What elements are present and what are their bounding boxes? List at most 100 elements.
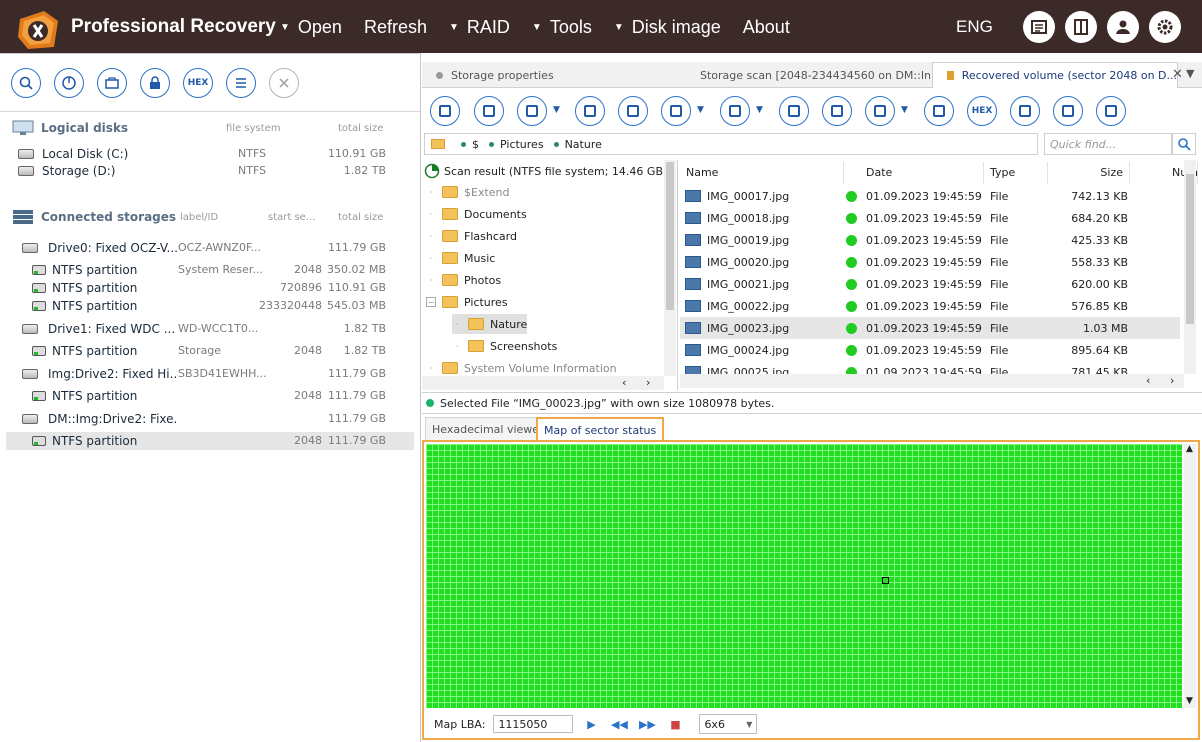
export-button[interactable]	[924, 96, 954, 126]
tree-folder[interactable]: · System Volume Information	[426, 358, 617, 378]
encryption-button[interactable]	[140, 68, 170, 98]
previous-fragment-icon[interactable]: ◀◀	[609, 718, 629, 731]
print-button[interactable]	[1010, 96, 1040, 126]
storage-partition-row[interactable]: NTFS partition 2048 111.79 GB	[6, 387, 414, 405]
storage-partition-row[interactable]: NTFS partition 720896 110.91 GB	[6, 279, 414, 297]
file-row[interactable]: IMG_00021.jpg 01.09.2023 19:45:59 File 620.…	[680, 273, 1180, 295]
map-lba-input[interactable]: 1115050	[493, 715, 574, 733]
file-row[interactable]: IMG_00024.jpg 01.09.2023 19:45:59 File 895.…	[680, 339, 1180, 361]
tree-folder[interactable]: · $Extend	[426, 182, 510, 202]
column-size[interactable]: Size	[1048, 162, 1130, 184]
logical-disk-row[interactable]: Local Disk (C:) NTFS 110.91 GB	[6, 145, 414, 163]
column-type[interactable]: Type	[984, 162, 1048, 184]
storage-partition-row[interactable]: NTFS partition System Reser... 2048 350.02 …	[6, 261, 414, 279]
properties-button[interactable]	[226, 68, 256, 98]
dropdown-caret-icon[interactable]: ▼	[756, 105, 763, 115]
menu-open[interactable]: ▼ Open	[280, 17, 342, 38]
tree-vscroll[interactable]	[664, 160, 676, 376]
list-vscroll[interactable]	[1184, 160, 1196, 374]
legend-icon[interactable]: ■	[665, 718, 685, 731]
hex-editor-button[interactable]: HEX	[183, 68, 213, 98]
filter-button[interactable]	[474, 96, 504, 126]
chevron-right-icon[interactable]: ›	[1170, 374, 1174, 387]
preview-button[interactable]	[865, 96, 895, 126]
save-files-button[interactable]	[575, 96, 605, 126]
close-storage-button[interactable]	[269, 68, 299, 98]
view-mode-button[interactable]	[661, 96, 691, 126]
breadcrumb[interactable]: $ Pictures Nature	[424, 133, 1038, 155]
tree-root[interactable]: Scan result (NTFS file system; 14.46 GB …	[424, 161, 677, 181]
text-search-button[interactable]	[822, 96, 852, 126]
language-selector[interactable]: ENG	[956, 17, 993, 37]
tabs-menu-icon[interactable]: ▼	[1186, 67, 1194, 80]
chevron-left-icon[interactable]: ‹	[1146, 374, 1150, 387]
file-row[interactable]: IMG_00022.jpg 01.09.2023 19:45:59 File 576.…	[680, 295, 1180, 317]
cell-size-select[interactable]: 6x6 ▼	[699, 714, 758, 734]
scan-button[interactable]	[54, 68, 84, 98]
logical-disk-row[interactable]: Storage (D:) NTFS 1.82 TB	[6, 162, 414, 180]
menu-raid[interactable]: ▼ RAID	[449, 17, 510, 38]
chevron-down-icon[interactable]: ▼	[1186, 696, 1193, 706]
file-row[interactable]: IMG_00020.jpg 01.09.2023 19:45:59 File 558.…	[680, 251, 1180, 273]
columns-button[interactable]	[720, 96, 750, 126]
menu-tools[interactable]: ▼ Tools	[532, 17, 592, 38]
storage-drive-row[interactable]: DM::Img:Drive2: Fixe... 111.79 GB	[6, 410, 414, 428]
dropdown-caret-icon[interactable]: ▼	[553, 105, 560, 115]
settings-button[interactable]	[1149, 11, 1181, 43]
file-row[interactable]: IMG_00019.jpg 01.09.2023 19:45:59 File 425.…	[680, 229, 1180, 251]
column-date[interactable]: Date	[860, 162, 984, 184]
next-fragment-icon[interactable]: ▶▶	[637, 718, 657, 731]
menu-refresh[interactable]: Refresh	[364, 17, 427, 38]
save-button[interactable]	[517, 96, 547, 126]
file-row[interactable]: IMG_00018.jpg 01.09.2023 19:45:59 File 684.…	[680, 207, 1180, 229]
collapse-icon[interactable]: −	[426, 297, 436, 307]
menu-about[interactable]: About	[743, 17, 790, 38]
hex-button[interactable]: HEX	[967, 96, 997, 126]
storage-partition-row[interactable]: NTFS partition Storage 2048 1.82 TB	[6, 342, 414, 360]
tree-folder[interactable]: · Screenshots	[452, 336, 558, 356]
dropdown-caret-icon[interactable]: ▼	[901, 105, 908, 115]
log-button[interactable]	[1023, 11, 1055, 43]
tree-folder[interactable]: · Music	[426, 248, 496, 268]
file-row[interactable]: IMG_00017.jpg 01.09.2023 19:45:59 File 742.…	[680, 185, 1180, 207]
chevron-up-icon[interactable]: ▲	[1186, 444, 1193, 454]
hash-button[interactable]	[1096, 96, 1126, 126]
tab-storage-scan[interactable]: Storage scan [2048-234434560 on DM::Im..…	[678, 62, 930, 88]
chevron-right-icon[interactable]: ›	[646, 376, 650, 389]
storage-drive-row[interactable]: Drive1: Fixed WDC ... WD-WCC1T0... 1.82 TB	[6, 320, 414, 338]
explore-button[interactable]	[11, 68, 41, 98]
sector-map-grid[interactable]	[426, 444, 1182, 708]
find-button[interactable]	[1172, 133, 1196, 155]
chevron-left-icon[interactable]: ‹	[622, 376, 626, 389]
menu-disk-image[interactable]: ▼ Disk image	[614, 17, 721, 38]
panel-toggle-button[interactable]	[1065, 11, 1097, 43]
storage-partition-row[interactable]: NTFS partition 233320448 545.03 MB	[6, 297, 414, 315]
move-button[interactable]	[1053, 96, 1083, 126]
quick-find-input[interactable]: Quick find...	[1044, 133, 1172, 155]
list-hscroll[interactable]: ‹ ›	[680, 374, 1184, 388]
storage-partition-row[interactable]: NTFS partition 2048 111.79 GB	[6, 432, 414, 450]
tab-sector-map[interactable]: Map of sector status	[536, 417, 665, 441]
tasks-button[interactable]	[618, 96, 648, 126]
tab-storage-properties[interactable]: Storage properties	[422, 62, 678, 88]
tree-folder[interactable]: · Documents	[426, 204, 527, 224]
tree-folder[interactable]: − Pictures	[426, 292, 508, 312]
storage-drive-row[interactable]: Drive0: Fixed OCZ-V... OCZ-AWNZ0F... 111.7…	[6, 239, 414, 257]
user-button[interactable]	[1107, 11, 1139, 43]
tab-hex-viewer[interactable]: Hexadecimal viewer	[425, 417, 551, 441]
map-vscroll[interactable]: ▲ ▼	[1184, 444, 1196, 708]
info-button[interactable]	[430, 96, 460, 126]
find-button[interactable]	[779, 96, 809, 126]
file-row[interactable]: IMG_00023.jpg 01.09.2023 19:45:59 File 1.03…	[680, 317, 1180, 339]
column-name[interactable]: Name	[680, 162, 844, 184]
breadcrumb-item[interactable]: Pictures	[489, 138, 544, 151]
tree-folder[interactable]: · Flashcard	[426, 226, 517, 246]
tab-recovered-volume[interactable]: Recovered volume (sector 2048 on D...	[932, 62, 1178, 88]
tab-close-icon[interactable]: ✕	[1172, 67, 1183, 82]
breadcrumb-item[interactable]: Nature	[554, 138, 602, 151]
tree-folder[interactable]: · Nature	[452, 314, 528, 334]
breadcrumb-item[interactable]: $	[461, 138, 479, 151]
storage-drive-row[interactable]: Img:Drive2: Fixed Hi... SB3D41EWHH... 111.…	[6, 365, 414, 383]
tree-folder[interactable]: · Photos	[426, 270, 501, 290]
tree-hscroll[interactable]: ‹ ›	[422, 376, 664, 390]
